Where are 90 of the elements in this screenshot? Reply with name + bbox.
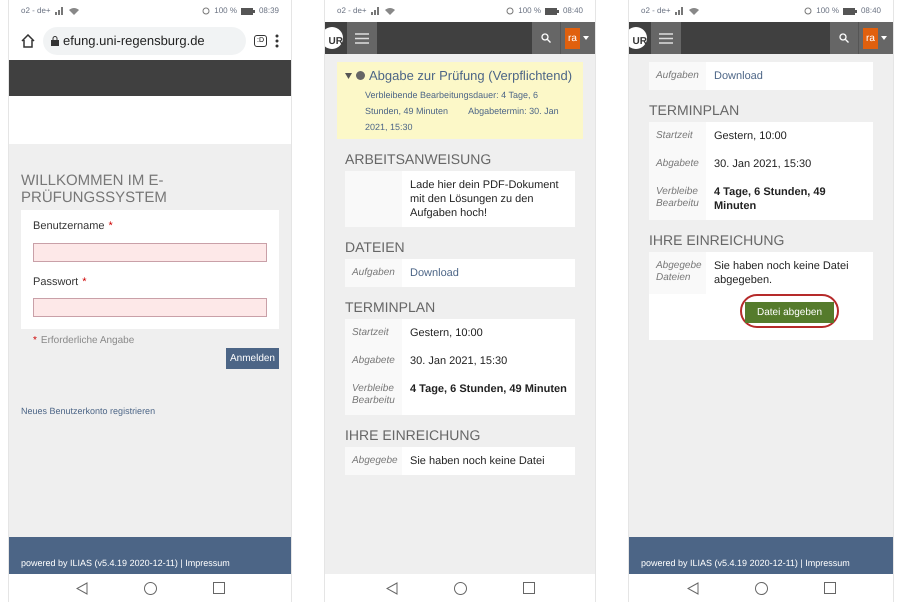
property-label: Verbleibe Bearbeitu (656, 186, 699, 210)
more-icon[interactable] (275, 34, 279, 48)
clock-text: 08:39 (258, 5, 279, 17)
menu-icon (355, 32, 369, 44)
property-label: Abgabete (352, 354, 395, 366)
recents-icon[interactable] (824, 582, 836, 594)
input-field[interactable] (33, 242, 267, 262)
home-icon[interactable] (21, 34, 35, 48)
property-value: Sie haben noch keine Datei abgegeben. (714, 259, 850, 287)
caret-icon[interactable] (880, 36, 887, 40)
carrier-text: o2 - de+ (337, 5, 367, 17)
property-value: 30. Jan 2021, 15:30 (410, 354, 508, 368)
user-avatar[interactable]: ra (565, 28, 580, 48)
home-icon[interactable] (454, 582, 466, 594)
required-mark: * (82, 274, 87, 290)
field-label: Benutzername (33, 219, 105, 234)
university-logo[interactable]: UR (325, 27, 343, 49)
property-label: Aufgaben (656, 70, 699, 82)
battery-percent: 100 % (816, 5, 839, 17)
clock-text: 08:40 (860, 5, 881, 17)
property-label: Startzeit (352, 326, 390, 338)
download-link[interactable]: Download (714, 69, 865, 83)
url-bar[interactable]: efung.uni-regensburg.de (43, 27, 246, 55)
back-icon[interactable] (686, 582, 698, 594)
recents-icon[interactable] (522, 582, 534, 594)
notice-details: Verbleibende Bearbeitungsdauer: 4 Tage, 6 Stunden, 49 Minuten Abgabetermin: 30. Jan 2021, 15:30 (364, 88, 560, 134)
carrier-text: o2 - de+ (21, 5, 51, 17)
menu-icon (659, 32, 673, 44)
property-label: Verbleibe Bearbeitu (352, 382, 395, 406)
search-button[interactable] (830, 22, 858, 54)
notice-title[interactable]: Abgabe zur Prüfung (Verpflichtend) (369, 66, 572, 86)
battery-percent: 100 % (214, 5, 237, 17)
caret-icon[interactable] (582, 36, 589, 40)
property-value: Gestern, 10:00 (714, 129, 788, 143)
search-button[interactable] (532, 22, 560, 54)
login-button[interactable]: Anmelden (226, 348, 279, 369)
page-footer: powered by ILIAS (v5.4.19 2020-12-11) | Impressum (629, 536, 893, 574)
property-label: Aufgaben (352, 266, 395, 278)
battery-icon (544, 8, 559, 14)
home-icon[interactable] (144, 582, 156, 594)
status-dot-icon (356, 71, 365, 80)
section-heading: IHRE EINREICHUNG (345, 426, 482, 442)
section-heading: DATEIEN (345, 238, 406, 254)
section-heading: TERMINPLAN (649, 102, 740, 118)
signal-icon (674, 7, 685, 15)
property-label: Abgegebe Dateien (656, 260, 699, 284)
menu-button[interactable] (347, 22, 377, 54)
property-value: Gestern, 10:00 (410, 326, 484, 340)
clock-text: 08:40 (562, 5, 583, 17)
back-icon[interactable] (76, 582, 88, 594)
required-note: Erforderliche Angabe (40, 334, 134, 348)
user-avatar[interactable]: ra (863, 28, 878, 48)
signal-icon (370, 7, 381, 15)
back-icon[interactable] (386, 582, 398, 594)
section-heading: IHRE EINREICHUNG (649, 232, 786, 248)
search-icon (839, 33, 849, 43)
property-value: 4 Tage, 6 Stunden, 49 Minuten (410, 382, 567, 396)
property-value: Lade hier dein PDF-Dokument mit den Lösungen zu den Aufgaben hoch! (410, 178, 560, 220)
section-heading: ARBEITSANWEISUNG (345, 150, 492, 166)
carrier-text: o2 - de+ (641, 5, 671, 17)
battery-icon (842, 8, 857, 14)
field-label: Passwort (33, 274, 78, 290)
recents-icon[interactable] (212, 582, 224, 594)
signal-icon (54, 7, 65, 15)
property-label: Startzeit (656, 130, 694, 142)
university-logo[interactable]: UR (629, 27, 647, 49)
section-heading: TERMINPLAN (345, 298, 436, 314)
required-mark: * (108, 219, 113, 234)
menu-button[interactable] (651, 22, 681, 54)
download-link[interactable]: Download (410, 266, 567, 280)
battery-percent: 100 % (518, 5, 541, 17)
toggle-icon[interactable] (345, 72, 352, 79)
property-label: Abgabete (656, 158, 699, 170)
login-title: WILLKOMMEN IM E-PRÜFUNGSSYSTEM (21, 172, 168, 206)
home-icon[interactable] (754, 582, 768, 594)
page-footer: powered by ILIAS (v5.4.19 2020-12-11) | Impressum (9, 536, 291, 574)
property-value: Sie haben noch keine Datei (410, 454, 546, 468)
required-mark: * (33, 334, 37, 348)
submit-file-button[interactable]: Datei abgeben (744, 302, 834, 323)
property-label: Abgegebe (352, 454, 395, 466)
property-value: 4 Tage, 6 Stunden, 49 Minuten (714, 185, 827, 213)
battery-icon (240, 8, 255, 14)
property-value: 30. Jan 2021, 15:30 (714, 157, 812, 171)
wifi-icon (384, 7, 395, 15)
input-field[interactable] (33, 298, 267, 317)
search-icon (541, 33, 551, 43)
wifi-icon (688, 7, 699, 15)
lock-icon (51, 36, 59, 46)
register-link[interactable]: Neues Benutzerkonto registrieren (21, 405, 156, 418)
wifi-icon (68, 7, 79, 15)
